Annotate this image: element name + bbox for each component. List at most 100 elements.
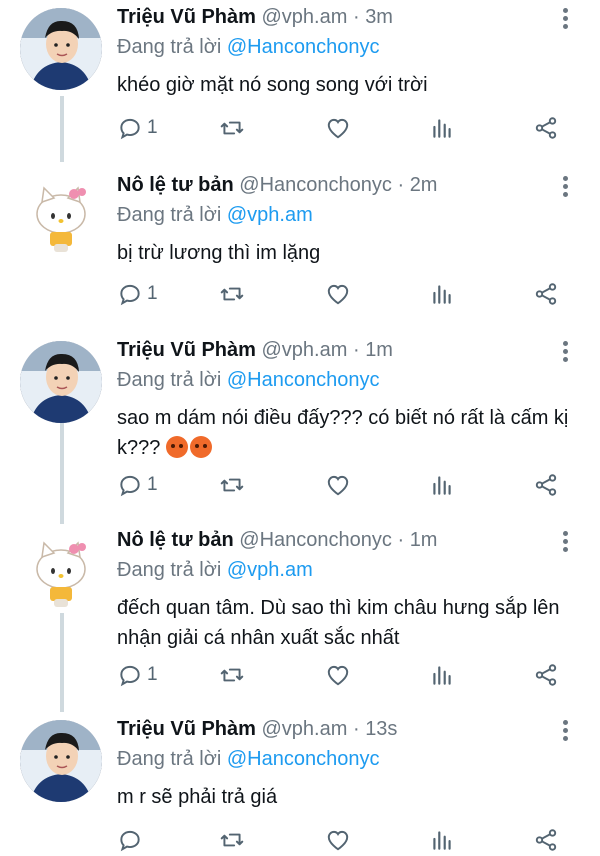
replying-to: Đang trả lời @Hanconchonyc [117,748,379,771]
retweet-button[interactable] [219,826,245,854]
share-button[interactable] [533,114,559,142]
heart-icon [327,475,349,496]
share-button[interactable] [533,280,559,308]
retweet-button[interactable] [219,661,245,689]
replying-to: Đang trả lời @vph.am [117,204,313,227]
tweet-text-block: sao m dám nói điều đấy??? có biết nó rất… [117,403,587,463]
avatar[interactable] [20,720,102,802]
reply-button[interactable]: 1 [117,114,158,142]
avatar[interactable] [20,531,102,613]
tweet-header: Triệu Vũ Phàm @vph.am · 13s [117,718,397,741]
retweet-icon [220,478,244,492]
tweet-text: m r sẽ phải trả giá [117,786,278,808]
heart-icon [327,665,349,686]
display-name[interactable]: Nô lệ tư bản [117,529,234,551]
reply-button[interactable]: 1 [117,661,158,689]
share-button[interactable] [533,471,559,499]
like-button[interactable] [325,826,351,854]
timestamp[interactable]: 2m [410,174,438,196]
like-button[interactable] [325,280,351,308]
tweet-actions: 1 [117,661,587,691]
heart-icon [327,284,349,305]
display-name[interactable]: Triệu Vũ Phàm [117,339,256,361]
tweet-header: Nô lệ tư bản @Hanconchonyc · 1m [117,529,437,552]
retweet-icon [220,121,244,135]
analytics-button[interactable] [429,280,455,308]
more-vertical-icon[interactable] [555,531,575,555]
reply-count: 1 [147,283,158,304]
like-button[interactable] [325,114,351,142]
like-button[interactable] [325,661,351,689]
separator: · [352,339,360,361]
analytics-button[interactable] [429,826,455,854]
avatar[interactable] [20,176,102,258]
user-handle[interactable]: @Hanconchonyc [239,529,392,551]
user-handle[interactable]: @vph.am [262,718,348,740]
retweet-button[interactable] [219,280,245,308]
tweet[interactable]: Triệu Vũ Phàm @vph.am · 3m Đang trả lời … [0,0,600,160]
analytics-icon [433,476,451,495]
display-name[interactable]: Triệu Vũ Phàm [117,718,256,740]
mention-link[interactable]: @Hanconchonyc [227,36,380,58]
mention-link[interactable]: @vph.am [227,559,313,581]
display-name[interactable]: Nô lệ tư bản [117,174,234,196]
timestamp[interactable]: 1m [365,339,393,361]
avatar[interactable] [20,8,102,90]
replying-to-label: Đang trả lời [117,204,222,226]
timestamp[interactable]: 13s [365,718,397,740]
mention-link[interactable]: @vph.am [227,204,313,226]
retweet-icon [220,287,244,301]
retweet-button[interactable] [219,114,245,142]
user-handle[interactable]: @Hanconchonyc [239,174,392,196]
tweet[interactable]: Triệu Vũ Phàm @vph.am · 1m Đang trả lời … [0,333,600,523]
reply-button[interactable] [117,826,147,854]
tweet-actions [117,826,587,856]
user-handle[interactable]: @vph.am [262,6,348,28]
display-name[interactable]: Triệu Vũ Phàm [117,6,256,28]
like-button[interactable] [325,471,351,499]
timestamp[interactable]: 3m [365,6,393,28]
timestamp[interactable]: 1m [410,529,438,551]
tweet[interactable]: Triệu Vũ Phàm @vph.am · 13s Đang trả lời… [0,712,600,852]
share-button[interactable] [533,661,559,689]
user-handle[interactable]: @vph.am [262,339,348,361]
tweet-header: Triệu Vũ Phàm @vph.am · 3m [117,6,393,29]
more-vertical-icon[interactable] [555,341,575,365]
reply-button[interactable]: 1 [117,280,158,308]
more-vertical-icon[interactable] [555,8,575,32]
share-button[interactable] [533,826,559,854]
heart-icon [327,830,349,851]
share-icon [535,283,557,305]
share-icon [535,117,557,139]
share-icon [535,474,557,496]
reply-icon [120,475,140,497]
separator: · [397,174,405,196]
analytics-button[interactable] [429,114,455,142]
analytics-button[interactable] [429,471,455,499]
tweet-text: bị trừ lương thì im lặng [117,242,321,264]
more-vertical-icon[interactable] [555,720,575,744]
angry-face-emoji [189,436,212,458]
tweet[interactable]: Nô lệ tư bản @Hanconchonyc · 1m Đang trả… [0,523,600,711]
reply-button[interactable]: 1 [117,471,158,499]
tweet-header: Nô lệ tư bản @Hanconchonyc · 2m [117,174,437,197]
mention-link[interactable]: @Hanconchonyc [227,748,380,770]
tweet[interactable]: Nô lệ tư bản @Hanconchonyc · 2m Đang trả… [0,168,600,328]
reply-thread: Triệu Vũ Phàm @vph.am · 3m Đang trả lời … [0,0,600,852]
analytics-icon [433,666,451,685]
analytics-button[interactable] [429,661,455,689]
avatar[interactable] [20,341,102,423]
reply-icon [120,665,140,687]
separator: · [397,529,405,551]
mention-link[interactable]: @Hanconchonyc [227,369,380,391]
more-vertical-icon[interactable] [555,176,575,200]
tweet-text: khéo giờ mặt nó song song với trời [117,74,428,96]
retweet-button[interactable] [219,471,245,499]
tweet-text: đếch quan tâm. Dù sao thì kim châu hưng … [117,597,560,649]
retweet-icon [220,668,244,682]
retweet-icon [220,833,244,847]
replying-to-label: Đang trả lời [117,748,222,770]
analytics-icon [433,831,451,850]
share-icon [535,829,557,851]
replying-to-label: Đang trả lời [117,559,222,581]
